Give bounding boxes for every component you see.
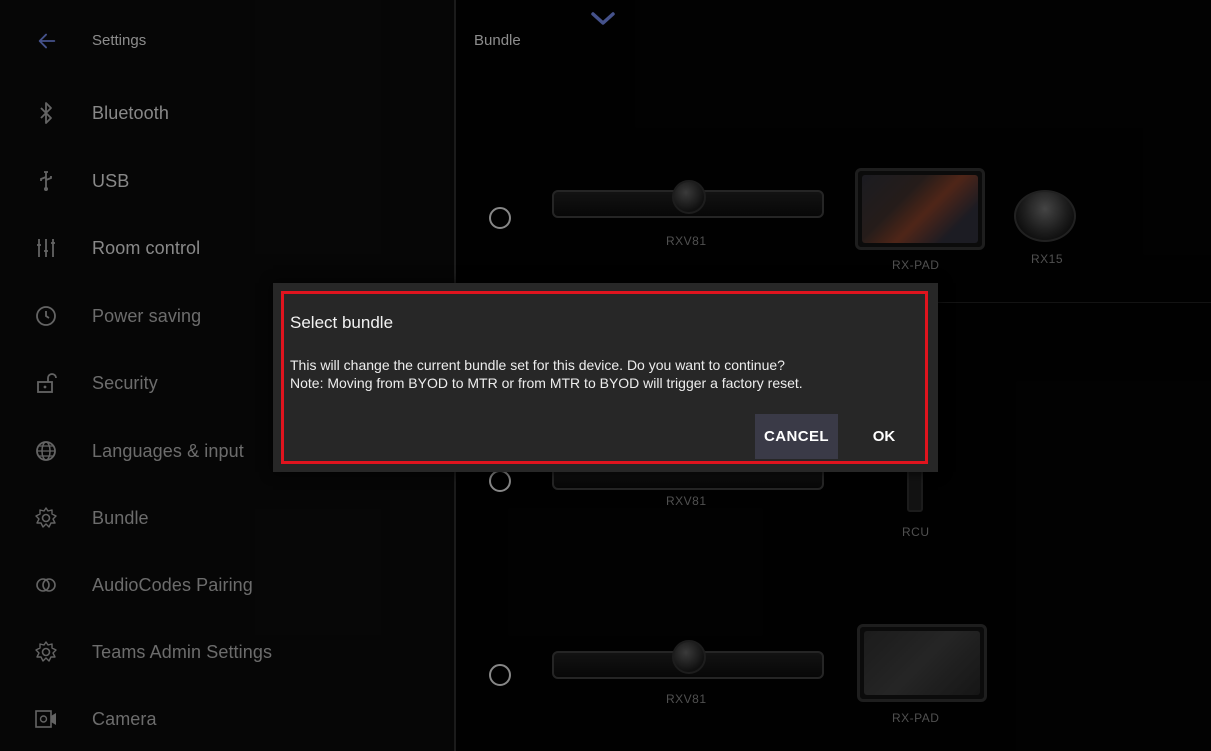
dialog-title: Select bundle [290,313,394,332]
screen: Settings Bluetooth USB Room control Powe… [0,0,1211,751]
dialog-message-line: Note: Moving from BYOD to MTR or from MT… [290,375,803,391]
cancel-button[interactable]: CANCEL [755,414,838,459]
dialog-message-line: This will change the current bundle set … [290,357,785,373]
dialog-message: This will change the current bundle set … [290,356,803,392]
ok-button[interactable]: OK [855,414,913,459]
